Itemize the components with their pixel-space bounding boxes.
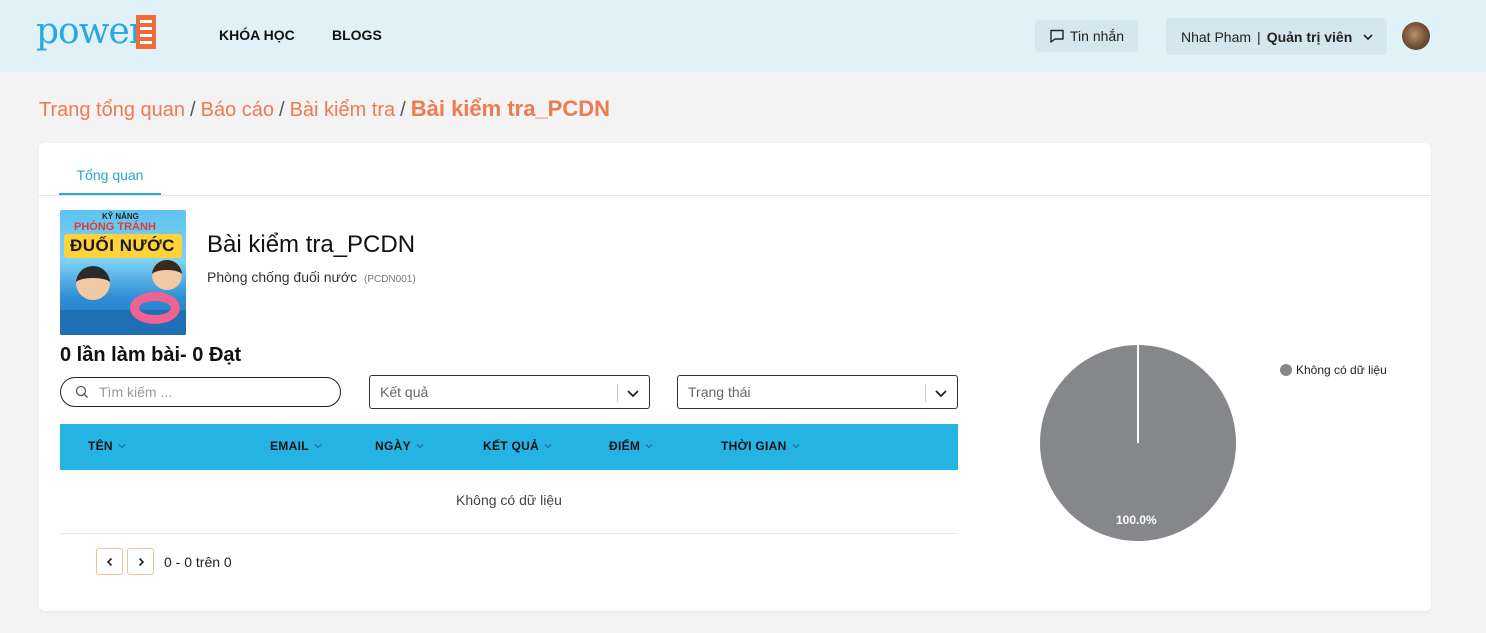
table-bottom-border xyxy=(60,533,958,534)
chevron-right-icon xyxy=(138,557,144,566)
pagination-text: 0 - 0 trên 0 xyxy=(164,554,232,570)
sort-chevron-icon xyxy=(645,444,653,449)
column-result-label: KẾT QUẢ xyxy=(483,439,540,453)
tab-divider xyxy=(39,195,1431,196)
column-date[interactable]: NGÀY xyxy=(375,439,425,453)
tab-overview[interactable]: Tổng quan xyxy=(59,157,161,195)
nav-blogs[interactable]: BLOGS xyxy=(332,27,382,43)
power-logo[interactable]: power xyxy=(36,12,158,52)
course-name: Phòng chống đuối nước xyxy=(207,269,358,285)
column-time[interactable]: THỜI GIAN xyxy=(721,439,801,453)
column-email[interactable]: EMAIL xyxy=(270,439,323,453)
column-time-label: THỜI GIAN xyxy=(721,439,787,453)
thumbnail-text-prevent: PHÒNG TRÁNH xyxy=(74,221,156,233)
search-input[interactable]: Tìm kiếm ... xyxy=(60,377,341,407)
breadcrumb-separator: / xyxy=(190,99,196,121)
top-header: power KHÓA HỌC BLOGS Tin nhắn Nhat Pham … xyxy=(0,0,1486,72)
column-score-label: ĐIỂM xyxy=(609,439,641,453)
user-menu-button[interactable]: Nhat Pham | Quản trị viên xyxy=(1166,18,1387,55)
logo-mark-icon xyxy=(136,15,156,49)
next-page-button[interactable] xyxy=(127,548,154,575)
quiz-title: Bài kiểm tra_PCDN xyxy=(207,231,416,258)
quiz-course: Phòng chống đuối nước (PCDN001) xyxy=(207,269,416,285)
result-select[interactable]: Kết quả xyxy=(369,375,650,409)
sort-chevron-icon xyxy=(314,444,322,449)
column-name-label: TÊN xyxy=(88,439,113,453)
breadcrumb-current: Bài kiểm tra_PCDN xyxy=(410,96,611,121)
prev-page-button[interactable] xyxy=(96,548,123,575)
thumbnail-float-ring xyxy=(130,292,180,324)
status-select[interactable]: Trạng thái xyxy=(677,375,958,409)
thumbnail-girl xyxy=(152,260,182,290)
message-icon xyxy=(1050,29,1064,43)
course-thumbnail: KỸ NĂNG PHÒNG TRÁNH ĐUỐI NƯỚC xyxy=(60,210,186,335)
attempts-summary: 0 lần làm bài- 0 Đạt xyxy=(60,344,242,366)
pie-data-label: 100.0% xyxy=(1116,513,1157,527)
table-empty-message: Không có dữ liệu xyxy=(456,492,562,508)
sort-chevron-icon xyxy=(544,444,552,449)
status-select-placeholder: Trạng thái xyxy=(688,384,751,400)
sort-chevron-icon xyxy=(416,444,424,449)
report-card: Tổng quan KỸ NĂNG PHÒNG TRÁNH ĐUỐI NƯỚC … xyxy=(39,143,1431,611)
user-role: Quản trị viên xyxy=(1266,28,1353,45)
logo-text: power xyxy=(36,11,146,52)
search-placeholder: Tìm kiếm ... xyxy=(99,384,173,400)
sort-chevron-icon xyxy=(792,444,800,449)
chevron-left-icon xyxy=(106,557,112,566)
nav-courses[interactable]: KHÓA HỌC xyxy=(219,27,295,43)
column-name[interactable]: TÊN xyxy=(88,439,127,453)
breadcrumb-separator: / xyxy=(400,99,406,121)
thumbnail-text-drowning: ĐUỐI NƯỚC xyxy=(70,236,175,255)
table-header: TÊN EMAIL NGÀY KẾT QUẢ ĐIỂM THỜI GIAN xyxy=(60,424,958,470)
select-divider xyxy=(925,384,926,402)
messages-button[interactable]: Tin nhắn xyxy=(1035,20,1138,52)
breadcrumb-dashboard[interactable]: Trang tổng quan xyxy=(39,99,185,122)
sort-chevron-icon xyxy=(118,444,126,449)
user-separator: | xyxy=(1257,28,1261,45)
result-select-placeholder: Kết quả xyxy=(380,384,429,400)
breadcrumb-reports[interactable]: Báo cáo xyxy=(201,99,274,122)
course-code: (PCDN001) xyxy=(364,274,416,285)
search-icon xyxy=(75,385,88,398)
column-date-label: NGÀY xyxy=(375,439,411,453)
select-divider xyxy=(617,384,618,402)
chevron-down-icon xyxy=(935,390,947,398)
column-score[interactable]: ĐIỂM xyxy=(609,439,654,453)
user-name: Nhat Pham xyxy=(1181,28,1252,45)
legend-dot-icon xyxy=(1280,364,1292,376)
breadcrumb-quizzes[interactable]: Bài kiểm tra xyxy=(290,99,396,122)
messages-label: Tin nhắn xyxy=(1070,28,1124,44)
thumbnail-text-skill: KỸ NĂNG xyxy=(102,212,139,221)
thumbnail-boy xyxy=(76,266,110,300)
breadcrumb-separator: / xyxy=(279,99,285,121)
chevron-down-icon xyxy=(627,390,639,398)
column-result[interactable]: KẾT QUẢ xyxy=(483,439,553,453)
legend-label: Không có dữ liệu xyxy=(1296,363,1387,377)
column-email-label: EMAIL xyxy=(270,439,309,453)
chevron-down-icon xyxy=(1363,33,1373,40)
breadcrumb: Trang tổng quan / Báo cáo / Bài kiểm tra… xyxy=(39,96,610,122)
pie-legend-item[interactable]: Không có dữ liệu xyxy=(1280,363,1387,377)
avatar[interactable] xyxy=(1402,22,1430,50)
